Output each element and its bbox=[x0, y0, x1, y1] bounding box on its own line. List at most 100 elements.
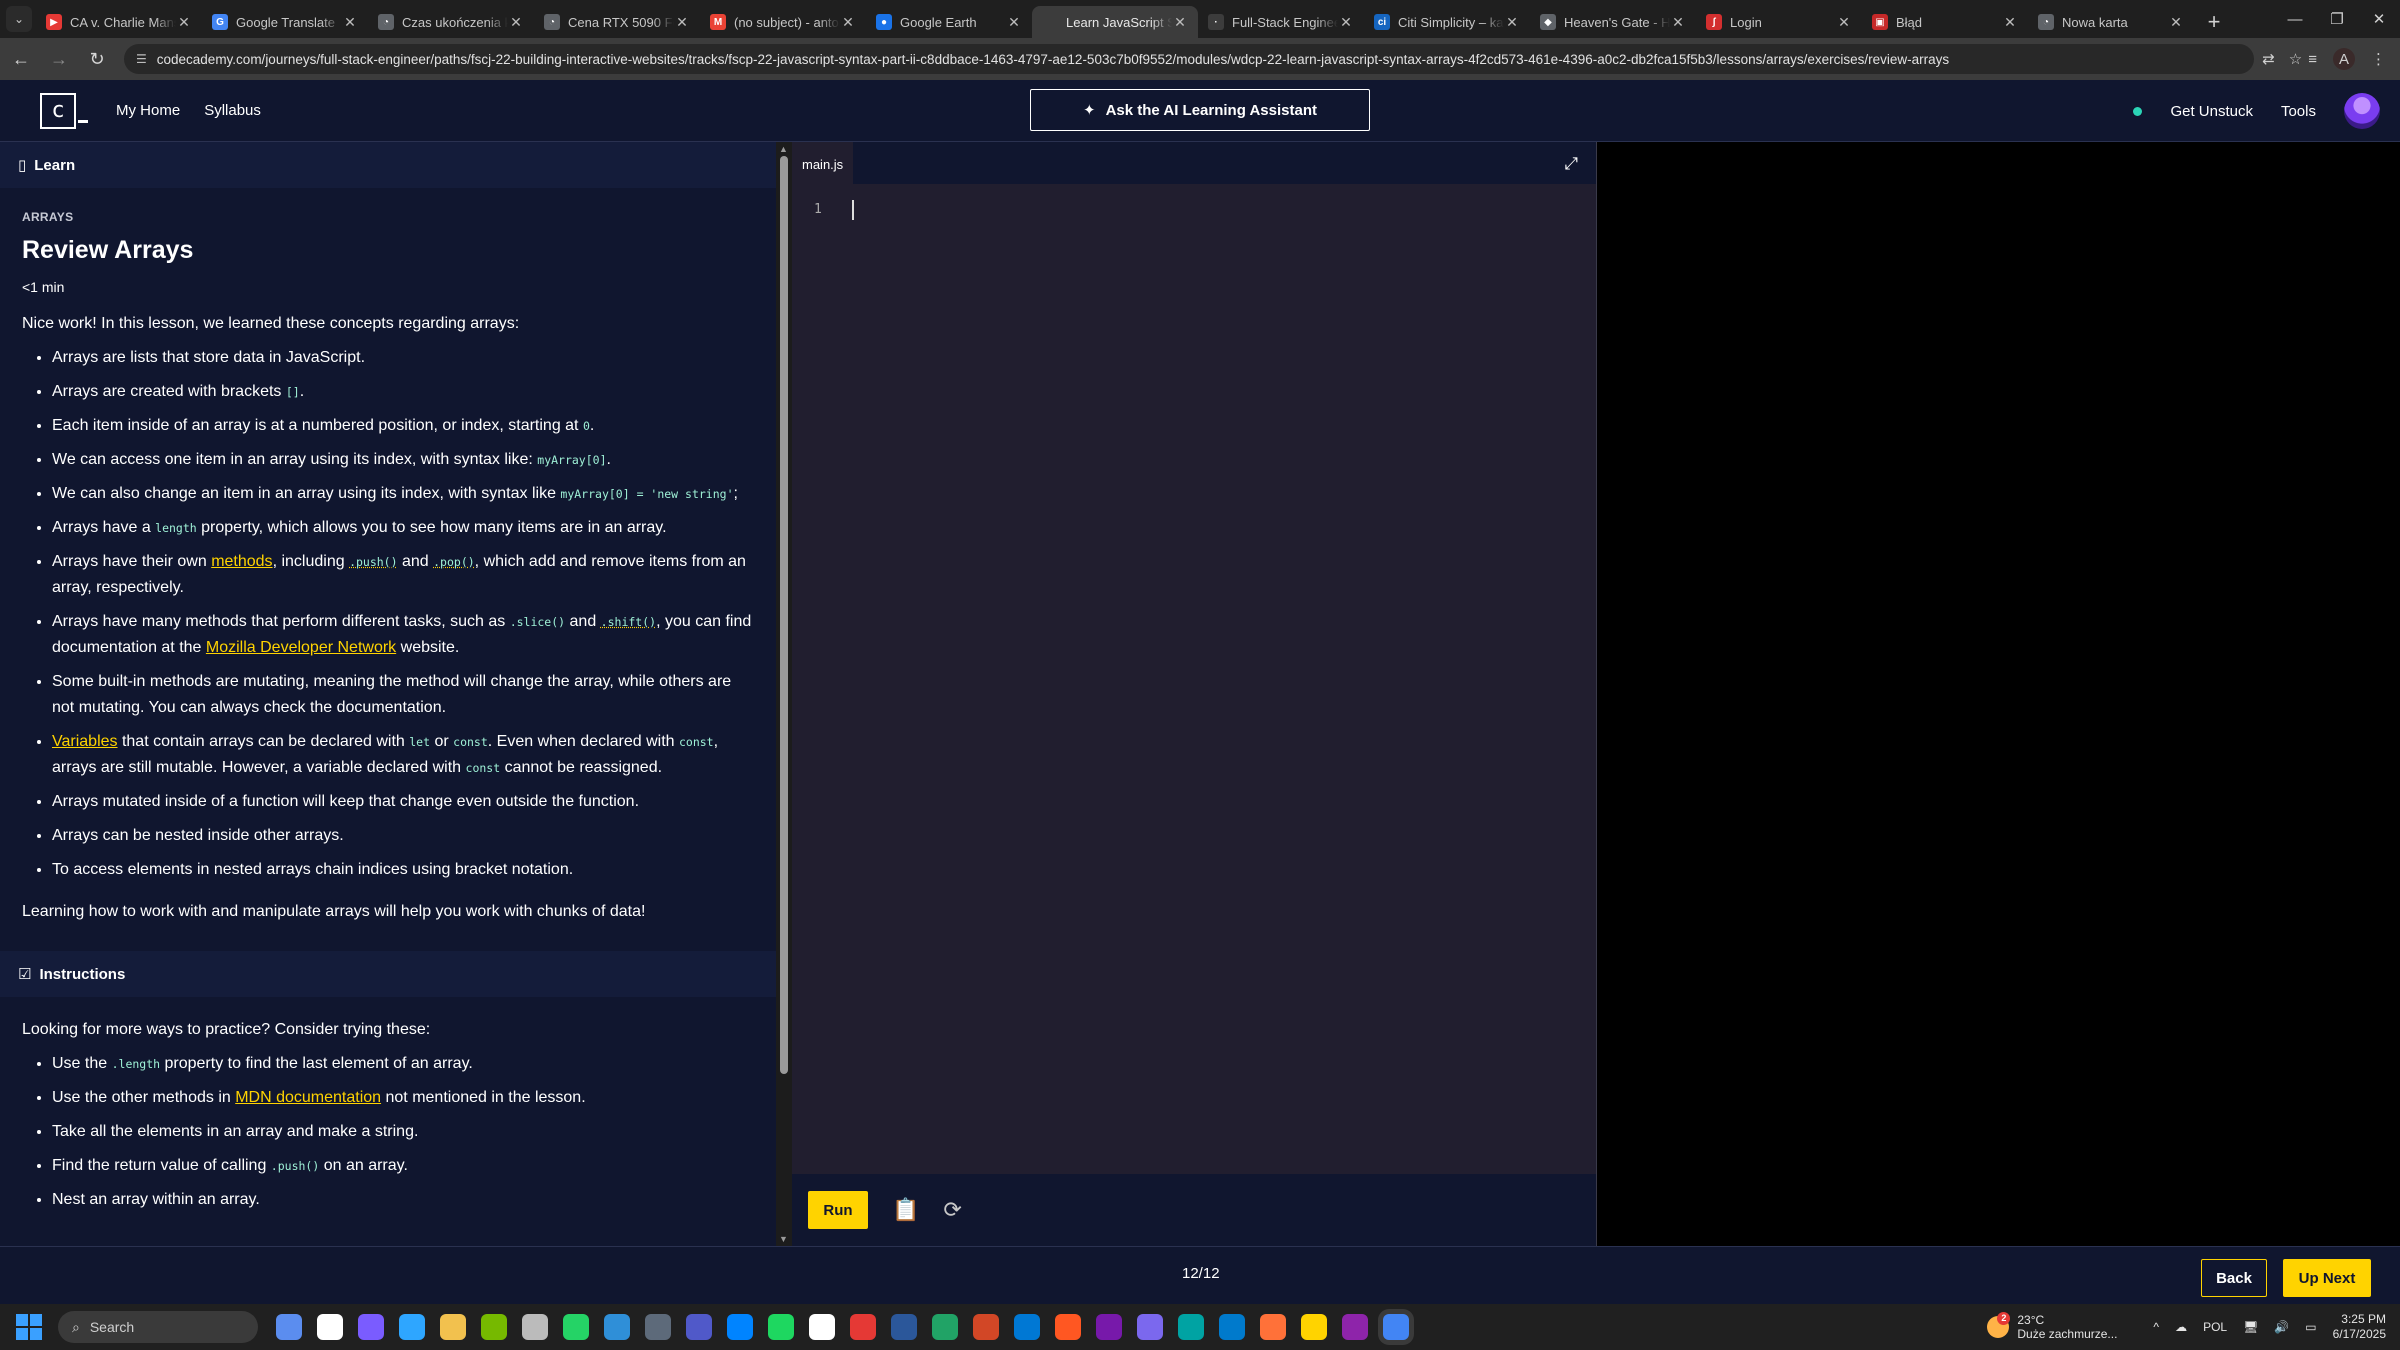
clock[interactable]: 3:25 PM 6/17/2025 bbox=[2333, 1312, 2386, 1342]
browser-tab[interactable]: ʃ Login ✕ bbox=[1696, 6, 1862, 38]
tab-close-icon[interactable]: ✕ bbox=[508, 14, 524, 31]
taskbar-app-icon[interactable] bbox=[1178, 1314, 1204, 1340]
expand-icon[interactable]: ⤢ bbox=[1564, 154, 1578, 174]
taskbar-app-icon[interactable] bbox=[358, 1314, 384, 1340]
restore-icon[interactable]: ❐ bbox=[2316, 0, 2358, 38]
lesson-scrollbar[interactable]: ▲ ▼ bbox=[776, 142, 792, 1246]
battery-icon[interactable]: ▭ bbox=[2305, 1320, 2316, 1334]
mdn-documentation-link[interactable]: MDN documentation bbox=[235, 1089, 381, 1106]
browser-tab[interactable]: ◆ Heaven's Gate - Ho ✕ bbox=[1530, 6, 1696, 38]
nav-my-home[interactable]: My Home bbox=[116, 102, 180, 119]
variables-link[interactable]: Variables bbox=[52, 733, 118, 750]
scroll-up-icon[interactable]: ▲ bbox=[779, 144, 788, 154]
taskbar-app-icon[interactable] bbox=[563, 1314, 589, 1340]
code-area[interactable]: 1 bbox=[792, 184, 1596, 1174]
user-avatar[interactable] bbox=[2344, 93, 2380, 129]
browser-tab[interactable]: ◔ Nowa karta ✕ bbox=[2028, 6, 2194, 38]
browser-tab[interactable]: G Google Translate ✕ bbox=[202, 6, 368, 38]
taskbar-app-icon[interactable] bbox=[1137, 1314, 1163, 1340]
exercise-progress[interactable]: 12/12 bbox=[1182, 1265, 1220, 1282]
tab-close-icon[interactable]: ✕ bbox=[1670, 14, 1686, 31]
onedrive-icon[interactable]: ☁ bbox=[2175, 1320, 2187, 1334]
taskbar-app-icon[interactable] bbox=[1383, 1314, 1409, 1340]
browser-menu-icon[interactable]: ⋮ bbox=[2371, 50, 2386, 68]
chevron-up-icon[interactable]: ^ bbox=[2153, 1320, 2159, 1334]
url-input[interactable]: ☰ codecademy.com/journeys/full-stack-eng… bbox=[124, 44, 2255, 74]
taskbar-app-icon[interactable] bbox=[809, 1314, 835, 1340]
tab-close-icon[interactable]: ✕ bbox=[2168, 14, 2184, 31]
get-unstuck-button[interactable]: Get Unstuck bbox=[2170, 103, 2253, 120]
taskbar-app-icon[interactable] bbox=[399, 1314, 425, 1340]
tab-close-icon[interactable]: ✕ bbox=[1836, 14, 1852, 31]
minimize-icon[interactable]: — bbox=[2274, 0, 2316, 38]
taskbar-app-icon[interactable] bbox=[932, 1314, 958, 1340]
browser-tab[interactable]: · Full-Stack Engineer ✕ bbox=[1198, 6, 1364, 38]
language-indicator[interactable]: POL bbox=[2203, 1320, 2227, 1334]
taskbar-app-icon[interactable] bbox=[850, 1314, 876, 1340]
tab-close-icon[interactable]: ✕ bbox=[1338, 14, 1354, 31]
taskbar-app-icon[interactable] bbox=[686, 1314, 712, 1340]
taskbar-app-icon[interactable] bbox=[891, 1314, 917, 1340]
browser-tab[interactable]: Learn JavaScript Syn✕ bbox=[1032, 6, 1198, 38]
browser-tab[interactable]: ▣ Błąd ✕ bbox=[1862, 6, 2028, 38]
shift-code-link[interactable]: .shift() bbox=[601, 615, 656, 629]
taskbar-app-icon[interactable] bbox=[1014, 1314, 1040, 1340]
tab-close-icon[interactable]: ✕ bbox=[1504, 14, 1520, 31]
network-icon[interactable]: 🖥 bbox=[2243, 1320, 2258, 1334]
new-tab-button[interactable]: + bbox=[2200, 8, 2228, 36]
windows-start-icon[interactable] bbox=[16, 1314, 42, 1340]
close-window-icon[interactable]: ✕ bbox=[2358, 0, 2400, 38]
browser-tab[interactable]: ▶ CA v. Charlie Manso ✕ bbox=[36, 6, 202, 38]
tab-search-button[interactable]: ⌄ bbox=[6, 6, 32, 32]
taskbar-app-icon[interactable] bbox=[768, 1314, 794, 1340]
browser-tab[interactable]: ◔ Cena RTX 5090 Fou✕ bbox=[534, 6, 700, 38]
taskbar-app-icon[interactable] bbox=[1260, 1314, 1286, 1340]
scroll-down-icon[interactable]: ▼ bbox=[779, 1234, 788, 1244]
taskbar-app-icon[interactable] bbox=[276, 1314, 302, 1340]
taskbar-app-icon[interactable] bbox=[1342, 1314, 1368, 1340]
translate-icon[interactable]: ⇄ bbox=[2262, 50, 2275, 68]
scrollbar-thumb[interactable] bbox=[780, 156, 788, 1074]
taskbar-app-icon[interactable] bbox=[645, 1314, 671, 1340]
tab-close-icon[interactable]: ✕ bbox=[674, 14, 690, 31]
weather-widget[interactable]: 2 23°C Duże zachmurze... bbox=[1987, 1312, 2117, 1341]
copy-to-clipboard-icon[interactable]: 📋 bbox=[892, 1197, 919, 1223]
taskbar-app-icon[interactable] bbox=[727, 1314, 753, 1340]
taskbar-app-icon[interactable] bbox=[1055, 1314, 1081, 1340]
browser-tab[interactable]: ● Google Earth ✕ bbox=[866, 6, 1032, 38]
taskbar-search-input[interactable]: ⌕ Search bbox=[58, 1311, 258, 1343]
back-nav-icon[interactable]: ← bbox=[4, 42, 38, 76]
profile-avatar[interactable]: A bbox=[2333, 48, 2355, 70]
up-next-button[interactable]: Up Next bbox=[2283, 1259, 2371, 1297]
run-button[interactable]: Run bbox=[808, 1191, 868, 1229]
pop-code-link[interactable]: .pop() bbox=[433, 555, 475, 569]
tab-close-icon[interactable]: ✕ bbox=[342, 14, 358, 31]
back-button[interactable]: Back bbox=[2201, 1259, 2267, 1297]
taskbar-app-icon[interactable] bbox=[1096, 1314, 1122, 1340]
media-control-icon[interactable]: ≡ bbox=[2308, 51, 2317, 68]
reset-code-icon[interactable]: ⟳ bbox=[943, 1197, 961, 1223]
reload-icon[interactable]: ↻ bbox=[80, 42, 114, 76]
taskbar-app-icon[interactable] bbox=[522, 1314, 548, 1340]
ai-assistant-button[interactable]: ✦ Ask the AI Learning Assistant bbox=[1030, 89, 1370, 131]
taskbar-app-icon[interactable] bbox=[1301, 1314, 1327, 1340]
nav-syllabus[interactable]: Syllabus bbox=[204, 102, 261, 119]
codecademy-logo[interactable]: c bbox=[40, 92, 88, 129]
tab-close-icon[interactable]: ✕ bbox=[176, 14, 192, 31]
tab-close-icon[interactable]: ✕ bbox=[1172, 14, 1188, 31]
forward-nav-icon[interactable]: → bbox=[42, 42, 76, 76]
tab-close-icon[interactable]: ✕ bbox=[1006, 14, 1022, 31]
taskbar-app-icon[interactable] bbox=[440, 1314, 466, 1340]
tab-close-icon[interactable]: ✕ bbox=[840, 14, 856, 31]
browser-tab[interactable]: ◔ Czas ukończenia ku ✕ bbox=[368, 6, 534, 38]
mdn-link[interactable]: Mozilla Developer Network bbox=[206, 639, 396, 656]
taskbar-app-icon[interactable] bbox=[973, 1314, 999, 1340]
tab-close-icon[interactable]: ✕ bbox=[2002, 14, 2018, 31]
taskbar-app-icon[interactable] bbox=[604, 1314, 630, 1340]
push-code-link[interactable]: .push() bbox=[349, 555, 397, 569]
tools-button[interactable]: Tools bbox=[2281, 103, 2316, 120]
volume-icon[interactable]: 🔊 bbox=[2274, 1320, 2289, 1334]
site-info-icon[interactable]: ☰ bbox=[136, 52, 147, 66]
taskbar-app-icon[interactable] bbox=[1219, 1314, 1245, 1340]
taskbar-app-icon[interactable] bbox=[317, 1314, 343, 1340]
